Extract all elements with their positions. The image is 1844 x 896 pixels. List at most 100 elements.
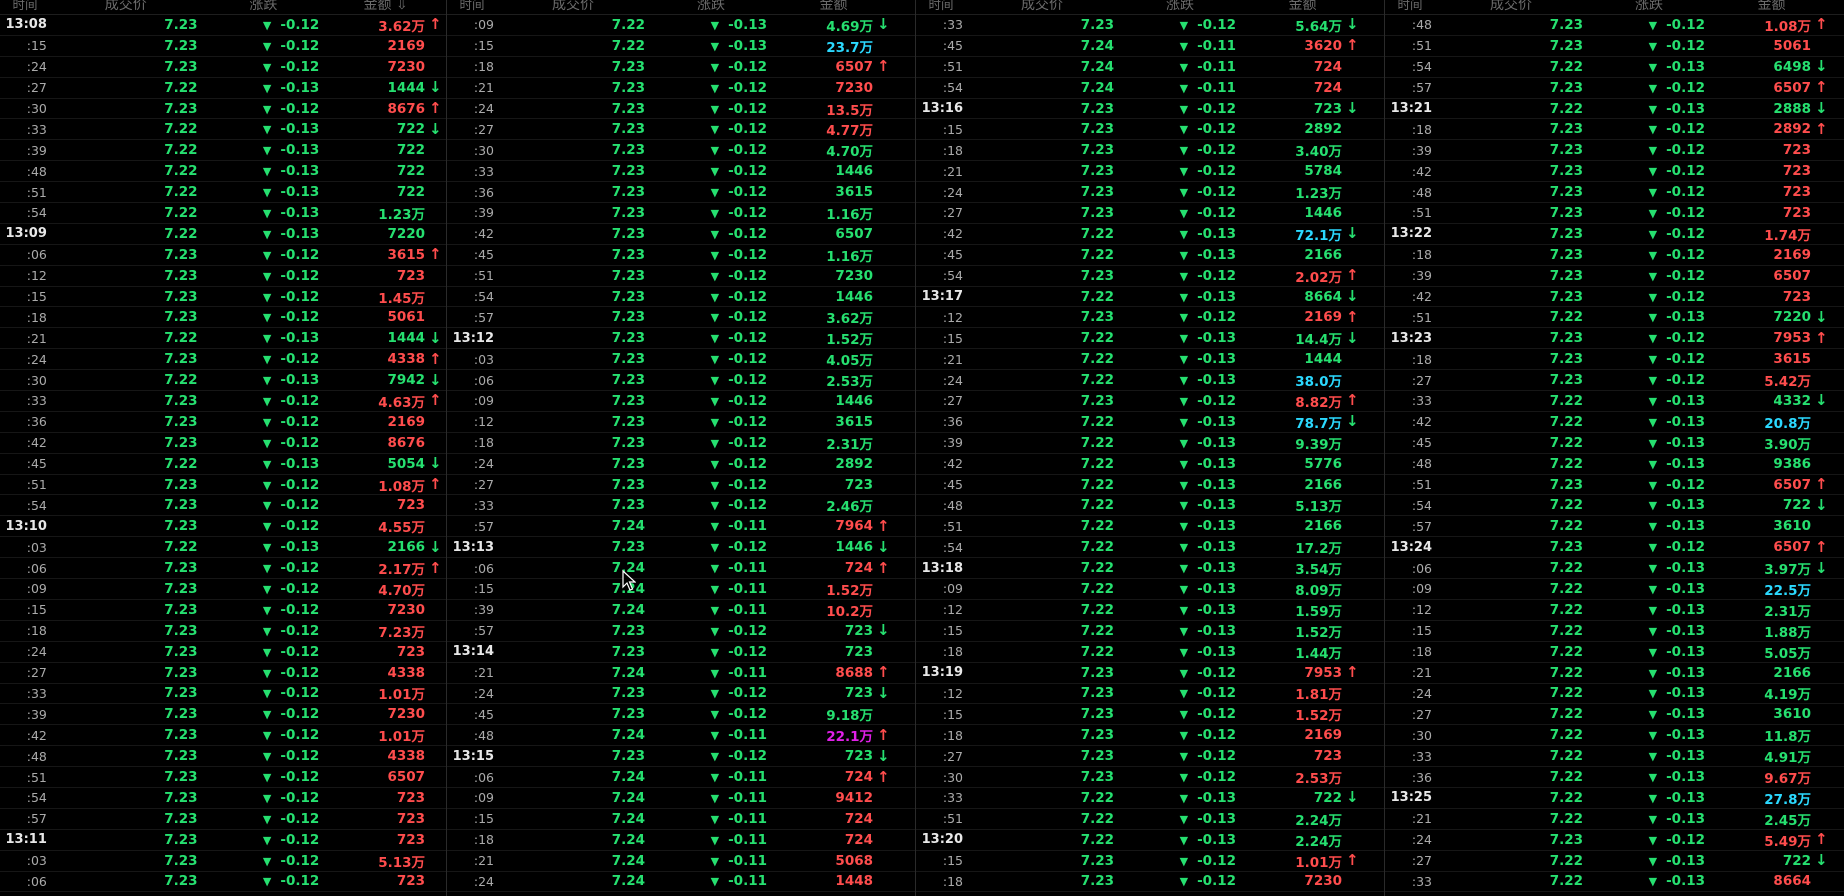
header-change[interactable]: 涨跌 (202, 0, 326, 14)
tick-row[interactable]: :33 7.23 ▼ -0.12 1446 (447, 161, 915, 183)
tick-row[interactable]: :15 7.24 ▼ -0.11 1.52万 (447, 579, 915, 600)
tick-row[interactable]: :30 7.23 ▼ -0.12 2.53万 (916, 767, 1384, 788)
tick-row[interactable]: :33 7.22 ▼ -0.13 4.91万 (1385, 746, 1844, 768)
tick-row[interactable]: :18 7.23 ▼ -0.12 6507 ↑ (447, 57, 915, 78)
tick-row[interactable]: :24 7.23 ▼ -0.12 723 ↓ (447, 684, 915, 705)
header-time[interactable]: 时间 (0, 0, 50, 14)
tick-row[interactable]: :57 7.23 ▼ -0.12 723 (0, 809, 446, 830)
tick-row[interactable]: :06 7.23 ▼ -0.12 3615 ↑ (0, 245, 446, 266)
tick-row[interactable]: :18 7.23 ▼ -0.12 3615 (1385, 349, 1844, 371)
tick-row[interactable]: :33 7.23 ▼ -0.12 4.63万 ↑ (0, 391, 446, 412)
tick-row[interactable]: :45 7.22 ▼ -0.13 5054 ↓ (0, 454, 446, 475)
tick-row[interactable]: :15 7.22 ▼ -0.13 23.7万 (447, 36, 915, 57)
tick-row[interactable]: :39 7.23 ▼ -0.12 6507 (1385, 266, 1844, 287)
tick-row[interactable]: :15 7.24 ▼ -0.11 724 (447, 809, 915, 830)
tick-row[interactable]: :27 7.23 ▼ -0.12 5.42万 (1385, 370, 1844, 392)
tick-row[interactable]: :27 7.23 ▼ -0.12 723 (447, 475, 915, 496)
tick-row[interactable]: :51 7.23 ▼ -0.12 6507 (0, 767, 446, 788)
header-time[interactable]: 时间 (1385, 0, 1435, 14)
tick-row[interactable]: 13:13 7.23 ▼ -0.12 1446 ↓ (447, 537, 915, 559)
tick-row[interactable]: 13:15 7.23 ▼ -0.12 723 ↓ (447, 746, 915, 768)
tick-row[interactable]: 13:20 7.22 ▼ -0.13 2.24万 (916, 830, 1384, 851)
tick-row[interactable]: :54 7.24 ▼ -0.11 724 (916, 78, 1384, 99)
tick-row[interactable]: :18 7.23 ▼ -0.12 2892 ↑ (1385, 119, 1844, 141)
tick-row[interactable]: :51 7.24 ▼ -0.11 724 (916, 57, 1384, 78)
tick-row[interactable]: :03 7.23 ▼ -0.12 5.13万 (0, 851, 446, 872)
tick-row[interactable]: :51 7.23 ▼ -0.12 5061 (1385, 36, 1844, 57)
header-price[interactable]: 成交价 (1435, 0, 1587, 14)
tick-row[interactable]: :48 7.23 ▼ -0.12 4338 (0, 746, 446, 768)
tick-row[interactable]: :27 7.23 ▼ -0.12 4338 (0, 663, 446, 684)
tick-row[interactable]: :15 7.22 ▼ -0.13 14.4万 ↓ (916, 328, 1384, 350)
tick-row[interactable]: :12 7.22 ▼ -0.13 1.59万 (916, 600, 1384, 621)
tick-row[interactable]: :33 7.22 ▼ -0.13 722 ↓ (0, 119, 446, 141)
tick-row[interactable]: :42 7.23 ▼ -0.12 6507 (447, 224, 915, 245)
tick-row[interactable]: :09 7.23 ▼ -0.12 1446 (447, 391, 915, 412)
tick-row[interactable]: :51 7.22 ▼ -0.13 7220 ↓ (1385, 307, 1844, 329)
tick-row[interactable]: :18 7.23 ▼ -0.12 2169 (1385, 245, 1844, 266)
tick-row[interactable]: :21 7.22 ▼ -0.13 2166 (1385, 663, 1844, 684)
tick-row[interactable]: :15 7.23 ▼ -0.12 1.52万 (916, 704, 1384, 726)
tick-row[interactable]: 13:09 7.22 ▼ -0.13 7220 (0, 224, 446, 245)
header-change[interactable]: 涨跌 (1587, 0, 1711, 14)
tick-row[interactable]: :15 7.23 ▼ -0.12 2169 (0, 36, 446, 57)
tick-row[interactable]: :30 7.22 ▼ -0.13 7942 ↓ (0, 370, 446, 392)
tick-row[interactable]: :21 7.23 ▼ -0.12 5784 (916, 161, 1384, 183)
tick-row[interactable]: 13:10 7.23 ▼ -0.12 4.55万 (0, 516, 446, 538)
tick-row[interactable]: :06 7.23 ▼ -0.12 723 (0, 872, 446, 893)
header-price[interactable]: 成交价 (50, 0, 202, 14)
tick-row[interactable]: :45 7.23 ▼ -0.12 1.16万 (447, 245, 915, 266)
tick-row[interactable]: :15 7.22 ▼ -0.13 1.88万 (1385, 621, 1844, 642)
tick-row[interactable]: :45 7.23 ▼ -0.12 9.18万 (447, 704, 915, 726)
tick-row[interactable]: :51 7.22 ▼ -0.13 2.24万 (916, 809, 1384, 830)
tick-row[interactable]: :18 7.23 ▼ -0.12 5061 (0, 307, 446, 329)
tick-row[interactable]: :54 7.23 ▼ -0.12 1446 (447, 287, 915, 308)
tick-row[interactable]: 13:23 7.23 ▼ -0.12 7953 ↑ (1385, 328, 1844, 350)
tick-row[interactable]: 13:18 7.22 ▼ -0.13 3.54万 (916, 558, 1384, 580)
tick-row[interactable]: :27 7.22 ▼ -0.13 3610 (1385, 704, 1844, 726)
header-amount[interactable]: 金额 ⇩ (325, 0, 446, 14)
tick-row[interactable]: :27 7.23 ▼ -0.12 4.77万 (447, 119, 915, 141)
tick-row[interactable]: :51 7.22 ▼ -0.13 2166 (916, 516, 1384, 538)
tick-row[interactable]: :03 7.23 ▼ -0.12 4.05万 (447, 349, 915, 371)
tick-row[interactable]: :24 7.23 ▼ -0.12 5.49万 ↑ (1385, 830, 1844, 851)
tick-row[interactable]: :21 7.22 ▼ -0.13 2.45万 (1385, 809, 1844, 830)
header-change[interactable]: 涨跌 (649, 0, 773, 14)
tick-row[interactable]: 13:12 7.23 ▼ -0.12 1.52万 (447, 328, 915, 350)
tick-row[interactable]: :57 7.23 ▼ -0.12 6507 ↑ (1385, 78, 1844, 99)
tick-row[interactable]: :51 7.23 ▼ -0.12 6507 ↑ (1385, 475, 1844, 496)
tick-row[interactable]: :21 7.22 ▼ -0.13 1444 (916, 349, 1384, 371)
tick-row[interactable]: :06 7.24 ▼ -0.11 724 ↑ (447, 767, 915, 788)
tick-row[interactable]: :48 7.22 ▼ -0.13 9386 (1385, 454, 1844, 475)
tick-row[interactable]: :21 7.24 ▼ -0.11 8688 ↑ (447, 663, 915, 684)
tick-row[interactable]: :39 7.23 ▼ -0.12 723 (1385, 140, 1844, 162)
tick-row[interactable]: :24 7.23 ▼ -0.12 4338 ↑ (0, 349, 446, 371)
tick-row[interactable]: :06 7.23 ▼ -0.12 2.17万 ↑ (0, 558, 446, 580)
tick-row[interactable]: :48 7.23 ▼ -0.12 1.08万 ↑ (1385, 15, 1844, 36)
tick-row[interactable]: :51 7.23 ▼ -0.12 723 (1385, 203, 1844, 224)
tick-row[interactable]: :54 7.22 ▼ -0.13 1.23万 (0, 203, 446, 224)
tick-row[interactable]: :18 7.23 ▼ -0.12 7230 (916, 872, 1384, 893)
tick-row[interactable]: :39 7.22 ▼ -0.13 722 (0, 140, 446, 162)
tick-row[interactable]: :15 7.23 ▼ -0.12 7230 (0, 600, 446, 621)
header-price[interactable]: 成交价 (966, 0, 1118, 14)
tick-row[interactable]: :12 7.22 ▼ -0.13 2.31万 (1385, 600, 1844, 621)
tick-row[interactable]: :18 7.23 ▼ -0.12 2169 (916, 725, 1384, 747)
tick-row[interactable]: :57 7.23 ▼ -0.12 3.62万 (447, 307, 915, 329)
tick-row[interactable]: :54 7.23 ▼ -0.12 2.02万 ↑ (916, 266, 1384, 287)
tick-row[interactable]: :36 7.23 ▼ -0.12 3615 (447, 182, 915, 204)
tick-row[interactable]: :06 7.22 ▼ -0.13 3.97万 ↓ (1385, 558, 1844, 580)
tick-row[interactable]: :09 7.22 ▼ -0.13 4.69万 ↓ (447, 15, 915, 36)
tick-row[interactable]: :24 7.24 ▼ -0.11 1448 (447, 872, 915, 893)
tick-row[interactable]: 13:17 7.22 ▼ -0.13 8664 ↓ (916, 287, 1384, 308)
tick-row[interactable]: :21 7.24 ▼ -0.11 5068 (447, 851, 915, 872)
tick-row[interactable]: :42 7.23 ▼ -0.12 8676 (0, 433, 446, 454)
tick-row[interactable]: :54 7.22 ▼ -0.13 722 ↓ (1385, 495, 1844, 517)
tick-row[interactable]: :15 7.22 ▼ -0.13 1.52万 (916, 621, 1384, 642)
tick-row[interactable]: :39 7.22 ▼ -0.13 9.39万 (916, 433, 1384, 454)
tick-row[interactable]: :18 7.22 ▼ -0.13 5.05万 (1385, 642, 1844, 663)
tick-row[interactable]: :33 7.22 ▼ -0.13 722 ↓ (916, 788, 1384, 809)
tick-row[interactable]: :54 7.23 ▼ -0.12 723 (0, 788, 446, 809)
tick-row[interactable]: :39 7.23 ▼ -0.12 7230 (0, 704, 446, 726)
tick-row[interactable]: :48 7.22 ▼ -0.13 722 (0, 161, 446, 183)
